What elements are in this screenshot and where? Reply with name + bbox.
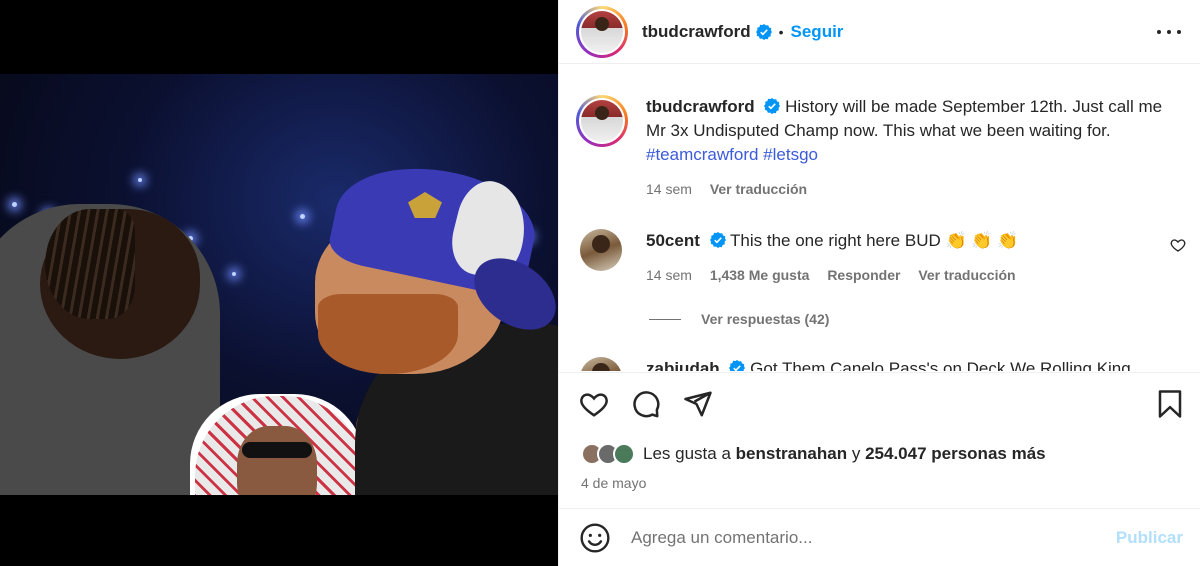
author-avatar[interactable] (576, 5, 628, 58)
caption-username[interactable]: tbudcrawford (646, 97, 755, 116)
post-panel: tbudcrawford • Seguir tbudcrawford Histo… (558, 0, 1200, 566)
likes-joiner: y (851, 444, 861, 463)
comment-item: zabjudah Got Them Canelo Pass's on Deck … (576, 357, 1186, 371)
separator-dot: • (778, 23, 784, 40)
save-bookmark-icon[interactable] (1155, 389, 1185, 419)
verified-icon (709, 232, 726, 248)
commenter-avatar[interactable] (580, 229, 622, 271)
author-username[interactable]: tbudcrawford (642, 22, 751, 42)
caption-avatar[interactable] (576, 95, 628, 147)
liker-avatar (613, 443, 635, 465)
verified-icon (729, 360, 746, 371)
comment-text: Got Them Canelo Pass's on Deck We Rollin… (750, 359, 1131, 371)
liker-username[interactable]: benstranahan (736, 444, 847, 463)
hashtag-link[interactable]: #letsgo (763, 145, 818, 164)
hashtag-link[interactable]: #teamcrawford (646, 145, 758, 164)
follow-button[interactable]: Seguir (791, 22, 844, 42)
like-heart-icon[interactable] (579, 389, 609, 419)
comment-bubble-icon[interactable] (631, 389, 661, 419)
translate-link[interactable]: Ver traducción (918, 267, 1015, 283)
share-send-icon[interactable] (683, 389, 713, 419)
commenter-username[interactable]: 50cent (646, 231, 700, 250)
likes-count[interactable]: 254.047 personas más (865, 444, 1046, 463)
view-replies-label: Ver respuestas (42) (701, 311, 830, 327)
comment-time: 14 sem (646, 267, 692, 283)
caption-time: 14 sem (646, 181, 692, 197)
view-replies-button[interactable]: Ver respuestas (42) (649, 311, 829, 327)
commenter-username[interactable]: zabjudah (646, 359, 720, 371)
likes-summary[interactable]: Les gusta a benstranahan y 254.047 perso… (581, 443, 1046, 465)
comment-input[interactable] (631, 527, 1101, 548)
like-comment-heart-icon[interactable] (1170, 237, 1186, 253)
comment-item: 50cent This the one right here BUD 👏 👏 👏… (576, 229, 1186, 287)
verified-icon (764, 98, 781, 114)
comment-likes[interactable]: 1,438 Me gusta (710, 267, 810, 283)
emoji-smiley-icon[interactable] (579, 522, 611, 554)
comments-list[interactable]: tbudcrawford History will be made Septem… (559, 65, 1200, 371)
more-options-icon[interactable] (1157, 22, 1181, 42)
likes-prefix: Les gusta a (643, 444, 731, 463)
post-media[interactable] (0, 0, 558, 566)
publish-button[interactable]: Publicar (1116, 528, 1183, 548)
comment-text: This the one right here BUD 👏 👏 👏 (730, 231, 1019, 250)
post-actions: Les gusta a benstranahan y 254.047 perso… (559, 372, 1200, 508)
verified-icon (755, 23, 772, 40)
translate-link[interactable]: Ver traducción (710, 181, 807, 197)
reply-button[interactable]: Responder (827, 267, 900, 283)
add-comment-bar: Publicar (559, 508, 1200, 566)
post-photo (0, 74, 558, 495)
post-date: 4 de mayo (581, 475, 647, 491)
post-header: tbudcrawford • Seguir (559, 0, 1200, 64)
commenter-avatar[interactable] (580, 357, 622, 371)
post-caption: tbudcrawford History will be made Septem… (576, 95, 1186, 201)
